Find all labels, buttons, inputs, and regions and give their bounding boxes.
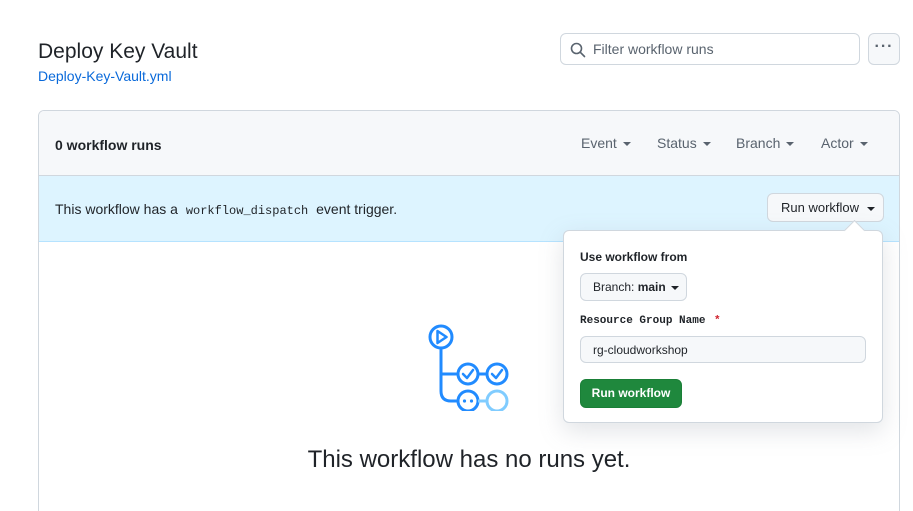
use-workflow-from-label: Use workflow from	[580, 250, 688, 264]
search-icon	[570, 42, 586, 58]
chevron-down-icon	[786, 142, 795, 147]
empty-state-title: This workflow has no runs yet.	[307, 446, 631, 473]
resource-group-label: Resource Group Name *	[580, 315, 721, 327]
chevron-down-icon	[859, 142, 868, 147]
dispatch-text-before: This workflow has a	[55, 201, 178, 217]
kebab-horizontal-icon: ···	[874, 38, 894, 55]
chevron-down-icon	[670, 285, 679, 290]
chevron-down-icon	[867, 206, 876, 211]
run-workflow-dropdown-button[interactable]: Run workflow	[767, 193, 884, 222]
dispatch-message: This workflow has a workflow_dispatch ev…	[55, 201, 397, 218]
more-options-button[interactable]: ···	[868, 33, 900, 65]
workflow-file-link[interactable]: Deploy-Key-Vault.yml	[38, 68, 172, 84]
chevron-down-icon	[622, 142, 631, 147]
filter-status-label: Status	[657, 135, 697, 151]
branch-select-button[interactable]: Branch: main	[580, 273, 687, 301]
branch-prefix: Branch:	[593, 280, 635, 294]
dispatch-text-after: event trigger.	[316, 201, 398, 217]
filter-branch-label: Branch	[736, 135, 781, 151]
filter-event-label: Event	[581, 135, 617, 151]
resource-group-label-text: Resource Group Name	[580, 315, 706, 327]
run-workflow-submit-button[interactable]: Run workflow	[580, 379, 682, 408]
filter-branch[interactable]: Branch	[736, 135, 795, 151]
runs-panel-header: 0 workflow runs Event Status Branch Acto…	[39, 111, 899, 176]
filter-runs-search[interactable]	[560, 33, 860, 65]
workflow-icon	[428, 324, 509, 411]
resource-group-input[interactable]	[580, 336, 866, 363]
run-workflow-popover: Use workflow from Branch: main Resource …	[563, 230, 883, 423]
branch-name: main	[637, 280, 666, 294]
dispatch-event-code: workflow_dispatch	[185, 204, 309, 218]
run-workflow-dropdown-label: Run workflow	[781, 200, 860, 215]
chevron-down-icon	[702, 142, 711, 147]
workflow-title: Deploy Key Vault	[38, 40, 198, 63]
filter-actor[interactable]: Actor	[821, 135, 868, 151]
filter-status[interactable]: Status	[657, 135, 711, 151]
filter-runs-input[interactable]	[593, 34, 855, 64]
runs-count: 0 workflow runs	[55, 137, 162, 153]
required-mark: *	[714, 315, 721, 327]
filter-actor-label: Actor	[821, 135, 854, 151]
filter-event[interactable]: Event	[581, 135, 631, 151]
